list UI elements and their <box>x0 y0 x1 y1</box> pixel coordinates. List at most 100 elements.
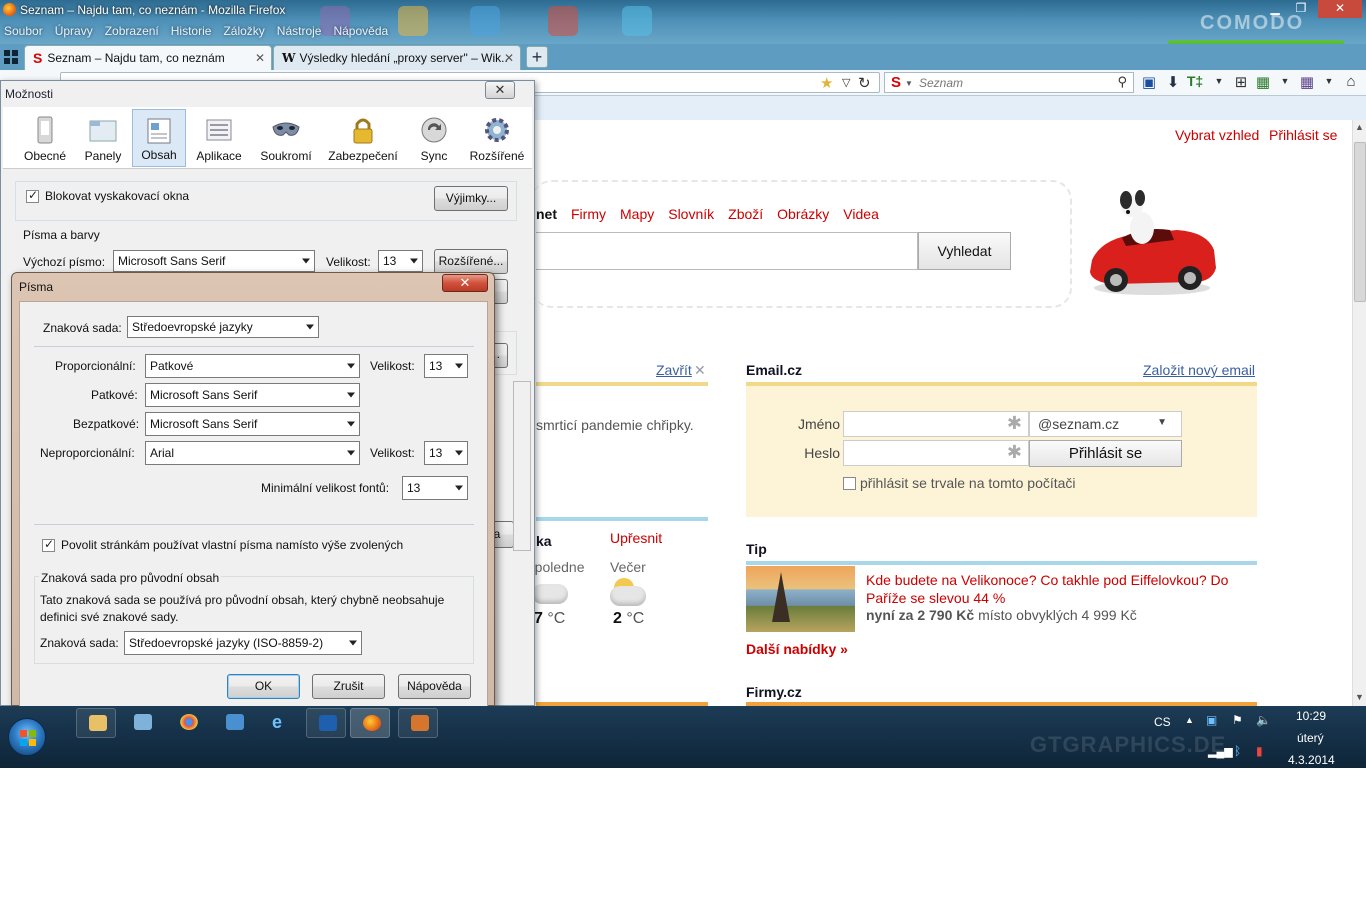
search-tab-videa[interactable]: Videa <box>843 206 879 222</box>
search-tab-mapy[interactable]: Mapy <box>620 206 654 222</box>
help-button[interactable]: Nápověda <box>398 674 471 699</box>
pane-zabezpeceni[interactable]: Zabezpečení <box>327 109 399 167</box>
addon-icon[interactable]: ▦ <box>1254 73 1272 91</box>
dropdown-arrow-icon[interactable]: ▼ <box>1276 76 1294 94</box>
bookmark-star-icon[interactable]: ★ <box>820 74 833 92</box>
menu-zalozky[interactable]: Záložky <box>223 24 264 40</box>
login-button[interactable]: Přihlásit se <box>1029 440 1182 467</box>
bluetooth-icon[interactable]: ᛒ <box>1234 744 1241 758</box>
taskbar-app[interactable] <box>214 708 254 738</box>
flag-icon[interactable]: ⚑ <box>1232 713 1243 727</box>
scroll-up-icon[interactable]: ▲ <box>1355 122 1364 132</box>
search-tab-slovnik[interactable]: Slovník <box>668 206 714 222</box>
menu-zobrazeni[interactable]: Zobrazení <box>105 24 159 40</box>
serif-select[interactable]: Microsoft Sans Serif <box>145 383 360 407</box>
close-dialog-button[interactable]: ✕ <box>485 81 515 99</box>
ok-button[interactable]: OK <box>227 674 300 699</box>
block-popups-checkbox[interactable] <box>26 188 39 203</box>
page-scrollbar[interactable]: ▲ ▼ <box>1352 120 1366 706</box>
taskbar-ie[interactable]: e <box>260 708 300 738</box>
pane-rozsirene[interactable]: Rozšířené <box>467 109 527 167</box>
domain-select[interactable]: @seznam.cz ▼ <box>1029 411 1182 437</box>
tip-image[interactable] <box>746 566 855 632</box>
vybrat-vzhled-link[interactable]: Vybrat vzhled <box>1175 127 1259 143</box>
new-tab-button[interactable]: + <box>526 46 548 68</box>
pane-sync[interactable]: Sync <box>413 109 455 167</box>
advanced-fonts-button[interactable]: Rozšířené... <box>434 249 508 274</box>
search-bar[interactable]: S ▼ Seznam ⚲ <box>884 72 1134 93</box>
taskbar-app[interactable] <box>122 708 162 738</box>
pane-soukromi[interactable]: Soukromí <box>255 109 317 167</box>
apps-grid-icon[interactable]: ▦ <box>1298 73 1316 91</box>
home-icon[interactable]: ⌂ <box>1342 73 1360 91</box>
exceptions-button[interactable]: Výjimky... <box>434 186 508 211</box>
pane-obsah[interactable]: Obsah <box>132 109 186 167</box>
min-font-size-select[interactable]: 13 <box>402 476 468 500</box>
restore-button[interactable]: ❐ <box>1288 0 1314 18</box>
network-tray-icon[interactable]: ▣ <box>1206 713 1217 727</box>
pane-aplikace[interactable]: Aplikace <box>191 109 247 167</box>
taskbar-explorer[interactable] <box>76 708 116 738</box>
minimize-button[interactable]: ▁ <box>1262 0 1288 18</box>
menu-historie[interactable]: Historie <box>171 24 212 40</box>
vyhledat-button[interactable]: Vyhledat <box>918 232 1011 270</box>
prihlasit-link[interactable]: Přihlásit se <box>1269 127 1337 143</box>
close-dialog-button[interactable]: ✕ <box>442 274 488 292</box>
pane-panely[interactable]: Panely <box>77 109 129 167</box>
legacy-charset-select[interactable]: Středoevropské jazyky (ISO-8859-2) <box>124 631 362 655</box>
tab-seznam[interactable]: S Seznam – Najdu tam, co neznám ✕ <box>24 45 272 70</box>
search-tab-internet[interactable]: net <box>536 206 557 222</box>
monospace-size-select[interactable]: 13 <box>424 441 468 465</box>
scroll-down-icon[interactable]: ▼ <box>1355 692 1364 702</box>
menu-nastroje[interactable]: Nástroje <box>277 24 322 40</box>
upresnit-link[interactable]: Upřesnit <box>610 530 662 546</box>
show-hidden-icons[interactable]: ▲ <box>1185 715 1194 725</box>
scrollbar-thumb[interactable] <box>1354 142 1366 302</box>
taskbar-app[interactable] <box>398 708 438 738</box>
pane-obecne[interactable]: Obecné <box>17 109 73 167</box>
dropdown-arrow-icon[interactable]: ▽ <box>842 76 850 89</box>
reload-icon[interactable]: ↻ <box>858 74 871 92</box>
zavrit-link[interactable]: Zavřít <box>656 362 692 378</box>
clock-time[interactable]: 10:29 <box>1296 709 1326 723</box>
password-input[interactable]: ✱ <box>843 440 1029 466</box>
tip-headline-link[interactable]: Kde budete na Velikonoce? Co takhle pod … <box>866 571 1246 607</box>
start-button[interactable] <box>8 718 46 756</box>
taskbar-firefox[interactable] <box>350 708 390 738</box>
tab-groups-icon[interactable] <box>4 50 18 64</box>
close-icon[interactable]: ✕ <box>694 362 706 379</box>
signal-icon[interactable]: ▂▄▆ <box>1208 745 1233 758</box>
search-icon[interactable]: ⚲ <box>1117 74 1127 90</box>
dropdown-arrow-icon[interactable]: ▼ <box>1210 76 1228 94</box>
default-font-select[interactable]: Microsoft Sans Serif <box>113 250 315 272</box>
menu-napoveda[interactable]: Nápověda <box>333 24 388 40</box>
search-tab-firmy[interactable]: Firmy <box>571 206 606 222</box>
text-size-icon[interactable]: T‡ <box>1186 73 1204 91</box>
allow-page-fonts-checkbox[interactable] <box>42 537 55 552</box>
close-icon[interactable]: ✕ <box>504 51 514 65</box>
tab-wikipedia[interactable]: W Výsledky hledání „proxy server" – Wik.… <box>273 45 521 70</box>
default-font-size-select[interactable]: 13 <box>378 250 423 272</box>
charset-select[interactable]: Středoevropské jazyky <box>127 316 319 338</box>
close-window-button[interactable]: ✕ <box>1318 0 1362 18</box>
download-icon[interactable]: ⬇ <box>1164 73 1182 91</box>
create-email-link[interactable]: Založit nový email <box>1143 362 1255 378</box>
search-engine-dropdown-icon[interactable]: ▼ <box>905 79 913 88</box>
remember-checkbox[interactable] <box>843 477 856 490</box>
battery-icon[interactable]: ▮ <box>1256 744 1263 758</box>
firefox-icon[interactable] <box>3 3 16 16</box>
clock-date[interactable]: 4.3.2014 <box>1288 753 1335 767</box>
close-icon[interactable]: ✕ <box>255 51 265 65</box>
monospace-select[interactable]: Arial <box>145 441 360 465</box>
search-tab-zbozi[interactable]: Zboží <box>728 206 763 222</box>
search-tab-obrazky[interactable]: Obrázky <box>777 206 829 222</box>
sans-serif-select[interactable]: Microsoft Sans Serif <box>145 412 360 436</box>
search-input[interactable] <box>536 232 918 270</box>
volume-icon[interactable]: 🔈 <box>1256 713 1271 727</box>
news-snippet[interactable]: smrticí pandemie chřipky. <box>536 417 694 433</box>
dropdown-arrow-icon[interactable]: ▼ <box>1320 76 1338 94</box>
more-offers-link[interactable]: Další nabídky » <box>746 641 848 657</box>
youtube-icon[interactable]: ▣ <box>1140 73 1158 91</box>
cancel-button[interactable]: Zrušit <box>312 674 385 699</box>
proportional-size-select[interactable]: 13 <box>424 354 468 378</box>
